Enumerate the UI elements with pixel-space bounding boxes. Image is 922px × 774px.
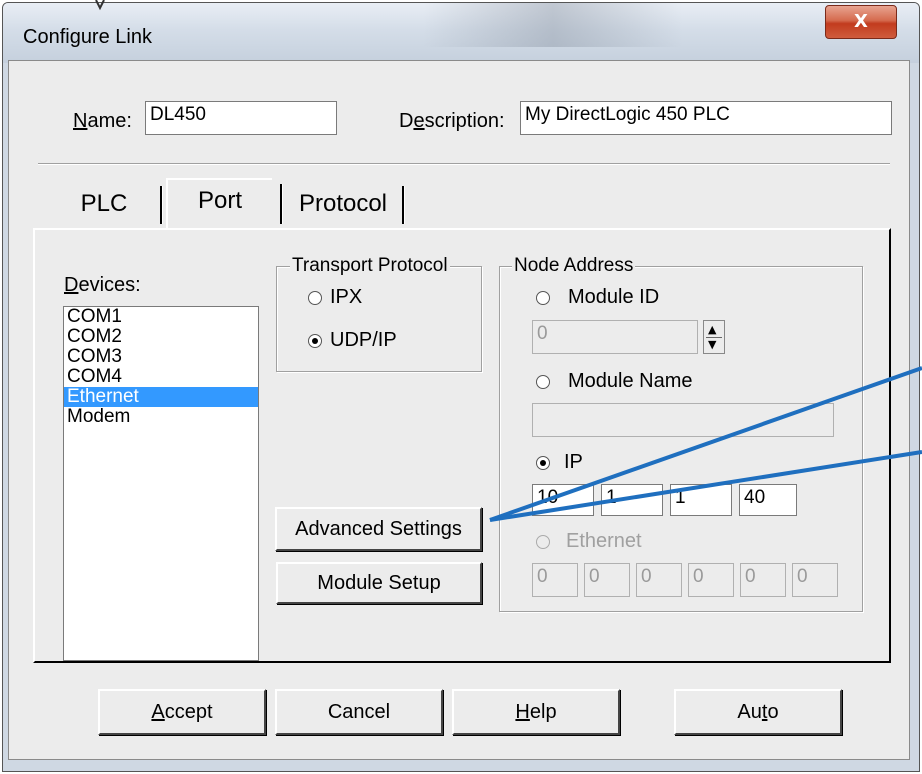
callout-overlay xyxy=(95,0,922,522)
callout-line xyxy=(489,450,922,522)
pointer-icon xyxy=(95,0,105,11)
callout-line xyxy=(489,366,922,522)
